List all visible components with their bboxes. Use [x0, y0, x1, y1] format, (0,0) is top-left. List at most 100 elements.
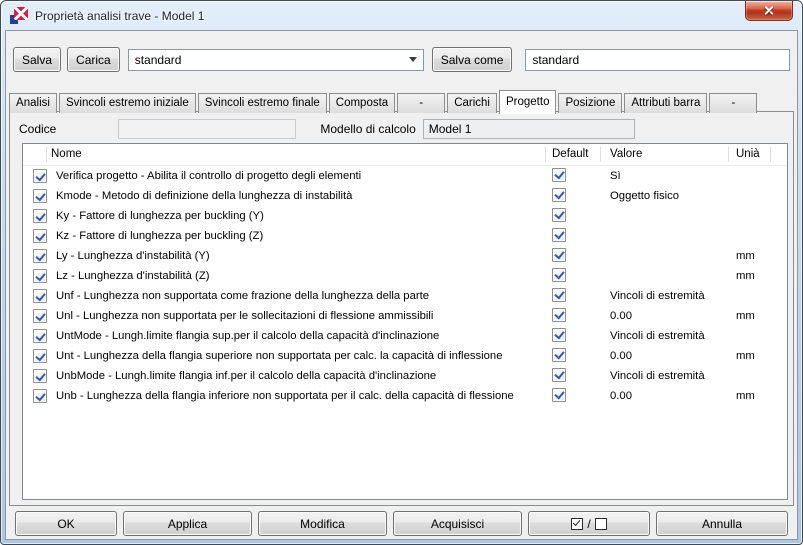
ok-button[interactable]: OK — [15, 511, 117, 536]
profile-dropdown[interactable]: standard — [127, 48, 424, 71]
row-default-checkbox[interactable] — [552, 367, 566, 382]
apply-button[interactable]: Applica — [123, 511, 252, 536]
title-bar[interactable]: Proprietà analisi trave - Model 1 — [1, 1, 802, 30]
tab-svincoli-estremo-finale[interactable]: Svincoli estremo finale — [197, 93, 327, 113]
row-unit: mm — [736, 250, 755, 262]
row-default-checkbox[interactable] — [552, 167, 566, 182]
row-unit: mm — [736, 310, 755, 322]
row-enabled-checkbox[interactable] — [33, 309, 47, 323]
row-enabled-checkbox[interactable] — [33, 289, 47, 303]
tab-dash[interactable]: - — [709, 93, 758, 113]
model-input[interactable]: Model 1 — [422, 119, 635, 139]
row-name: Lz - Lunghezza d'instabilità (Z) — [56, 270, 210, 282]
acquire-button[interactable]: Acquisisci — [393, 511, 522, 536]
save-as-input[interactable]: standard — [525, 48, 790, 71]
row-enabled-checkbox[interactable] — [33, 369, 47, 383]
table-row: UntMode - Lungh.limite flangia sup.per i… — [23, 326, 787, 346]
row-value[interactable]: Sì — [601, 170, 729, 182]
row-name: Unl - Lunghezza non supportata per le so… — [56, 310, 434, 322]
row-default-checkbox[interactable] — [552, 327, 566, 342]
header-value: Valore — [601, 147, 729, 162]
code-label: Codice — [19, 122, 57, 136]
row-name: Kmode - Metodo di definizione della lung… — [56, 190, 353, 202]
row-name: Unt - Lunghezza della flangia superiore … — [56, 350, 503, 362]
row-enabled-checkbox[interactable] — [33, 189, 47, 203]
row-default-checkbox[interactable] — [552, 247, 566, 262]
table-body: Verifica progetto - Abilita il controllo… — [23, 166, 787, 406]
unchecked-box-icon — [594, 517, 607, 530]
properties-table: Nome Default Valore Unià Verifica proget… — [22, 143, 788, 500]
table-row: Kmode - Metodo di definizione della lung… — [23, 186, 787, 206]
row-default-checkbox[interactable] — [552, 187, 566, 202]
checked-box-icon — [571, 517, 584, 530]
save-as-button[interactable]: Salva come — [431, 47, 513, 72]
row-enabled-checkbox[interactable] — [33, 249, 47, 263]
row-default-checkbox[interactable] — [552, 227, 566, 242]
row-enabled-checkbox[interactable] — [33, 389, 47, 403]
toggle-checkboxes-button[interactable]: / — [528, 511, 650, 536]
row-default-checkbox[interactable] — [552, 307, 566, 322]
row-value[interactable]: Vincoli di estremità — [601, 290, 729, 302]
tab-analisi[interactable]: Analisi — [9, 93, 57, 113]
header-spacer — [771, 147, 787, 162]
model-label: Modello di calcolo — [320, 122, 416, 136]
row-unit: mm — [736, 350, 755, 362]
close-button[interactable] — [745, 1, 793, 21]
header-name: Nome — [47, 147, 546, 162]
row-name: UnbMode - Lungh.limite flangia inf.per i… — [56, 370, 437, 382]
app-icon — [10, 7, 28, 24]
row-name: Ly - Lunghezza d'instabilità (Y) — [56, 250, 210, 262]
table-row: Lz - Lunghezza d'instabilità (Z) mm — [23, 266, 787, 286]
table-row: Unb - Lunghezza della flangia inferiore … — [23, 386, 787, 406]
row-name: Unf - Lunghezza non supportata come fraz… — [56, 290, 430, 302]
row-default-checkbox[interactable] — [552, 387, 566, 402]
tab-panel-progetto: Codice Modello di calcolo Model 1 Nome D… — [9, 111, 794, 506]
chevron-down-icon — [408, 57, 417, 62]
tab-posizione[interactable]: Posizione — [558, 93, 623, 113]
row-default-checkbox[interactable] — [552, 267, 566, 282]
row-value[interactable]: 0.00 — [601, 350, 729, 362]
row-name: Kz - Fattore di lunghezza per buckling (… — [56, 230, 264, 242]
tab-progetto[interactable]: Progetto — [499, 90, 557, 114]
window-title: Proprietà analisi trave - Model 1 — [35, 8, 205, 23]
load-button[interactable]: Carica — [67, 47, 120, 72]
row-default-checkbox[interactable] — [552, 287, 566, 302]
footer-buttonbar: OK Applica Modifica Acquisisci / Annulla — [6, 511, 797, 536]
tab-attributi-barra[interactable]: Attributi barra — [624, 93, 708, 113]
tab-strip: Analisi Svincoli estremo iniziale Svincoli… — [9, 89, 797, 114]
row-value[interactable]: Vincoli di estremità — [601, 370, 729, 382]
header-unit: Unià — [729, 147, 771, 162]
toggle-separator: / — [587, 516, 591, 531]
table-row: Ly - Lunghezza d'instabilità (Y) mm — [23, 246, 787, 266]
dialog-content: Salva Carica standard Salva come standar… — [5, 30, 798, 540]
dialog-window: Proprietà analisi trave - Model 1 Salva … — [0, 0, 803, 545]
code-input[interactable] — [118, 119, 297, 139]
save-button[interactable]: Salva — [13, 47, 62, 72]
header-checkbox-column — [23, 147, 47, 162]
profile-toolbar: Salva Carica standard Salva come standar… — [6, 31, 797, 72]
row-enabled-checkbox[interactable] — [33, 269, 47, 283]
row-enabled-checkbox[interactable] — [33, 209, 47, 223]
table-header: Nome Default Valore Unià — [23, 144, 787, 166]
modify-button[interactable]: Modifica — [258, 511, 387, 536]
row-enabled-checkbox[interactable] — [33, 349, 47, 363]
row-name: UntMode - Lungh.limite flangia sup.per i… — [56, 330, 440, 342]
tab-carichi[interactable]: Carichi — [447, 93, 497, 113]
row-value[interactable]: 0.00 — [601, 390, 729, 402]
row-enabled-checkbox[interactable] — [33, 169, 47, 183]
row-enabled-checkbox[interactable] — [33, 329, 47, 343]
row-enabled-checkbox[interactable] — [33, 229, 47, 243]
table-row: Unl - Lunghezza non supportata per le so… — [23, 306, 787, 326]
row-value[interactable]: Oggetto fisico — [601, 190, 729, 202]
tab-svincoli-estremo-iniziale[interactable]: Svincoli estremo iniziale — [59, 93, 196, 113]
cancel-button[interactable]: Annulla — [656, 511, 788, 536]
tab-composta[interactable]: Composta — [328, 93, 396, 113]
table-row: Verifica progetto - Abilita il controllo… — [23, 166, 787, 186]
close-icon — [764, 5, 775, 16]
row-unit: mm — [736, 270, 755, 282]
row-value[interactable]: Vincoli di estremità — [601, 330, 729, 342]
row-default-checkbox[interactable] — [552, 207, 566, 222]
row-default-checkbox[interactable] — [552, 347, 566, 362]
row-value[interactable]: 0.00 — [601, 310, 729, 322]
tab-dash[interactable]: - — [397, 93, 446, 113]
